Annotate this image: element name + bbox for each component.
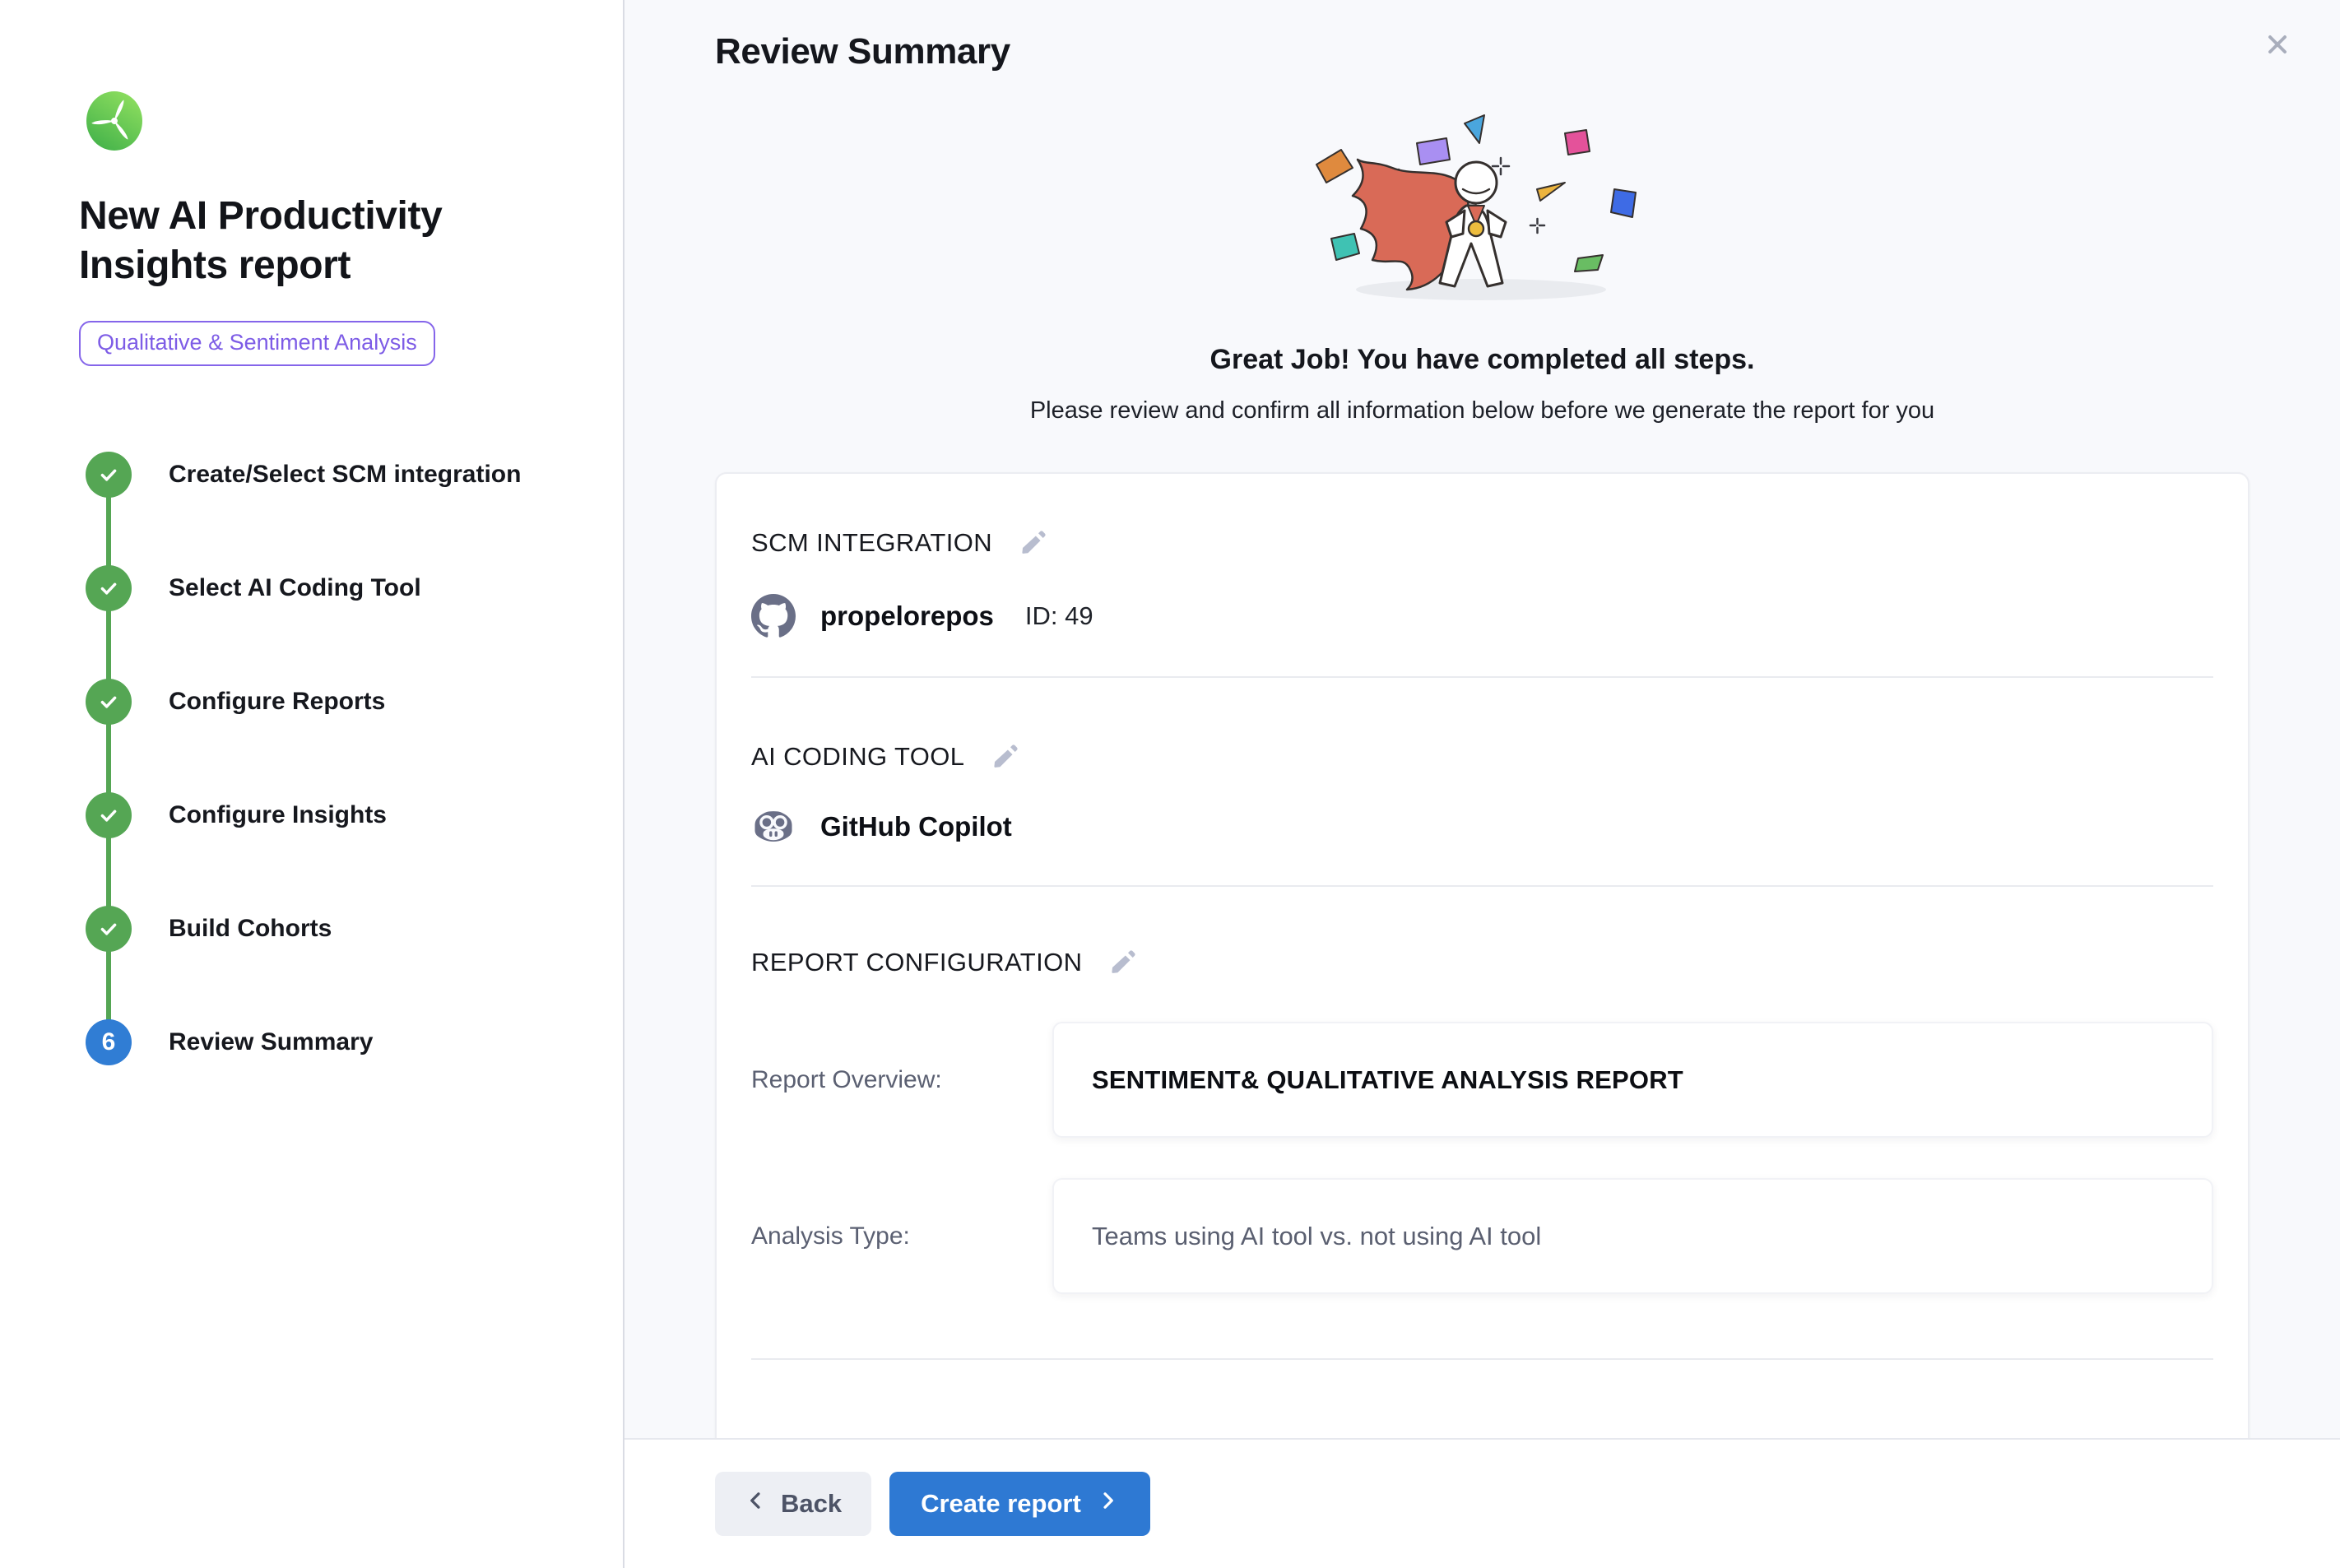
analysis-type-label: Analysis Type:	[751, 1222, 1052, 1250]
celebration-illustration	[1293, 114, 1672, 311]
analysis-type-row: Analysis Type: Teams using AI tool vs. n…	[751, 1178, 2213, 1294]
edit-scm-integration-button[interactable]	[1017, 527, 1050, 559]
wizard-footer: Back Create report	[624, 1438, 2340, 1568]
review-summary-content: Review Summary	[624, 0, 2340, 1438]
step-label: Configure Insights	[169, 801, 387, 829]
step-label: Select AI Coding Tool	[169, 574, 421, 602]
scm-integration-id: ID: 49	[1025, 601, 1093, 631]
report-configuration-section-header: REPORT CONFIGURATION	[751, 946, 2213, 979]
section-divider	[751, 885, 2213, 887]
chevron-right-icon	[1096, 1489, 1119, 1519]
back-button[interactable]: Back	[715, 1472, 871, 1536]
edit-ai-coding-tool-button[interactable]	[989, 740, 1022, 773]
step-number-badge: 6	[86, 1019, 132, 1065]
pencil-icon	[991, 762, 1020, 774]
completion-hero: Great Job! You have completed all steps.…	[715, 114, 2249, 424]
create-report-button-label: Create report	[921, 1489, 1081, 1519]
step-label: Review Summary	[169, 1028, 373, 1056]
step-item-create-select-scm-integration[interactable]: Create/Select SCM integration	[79, 418, 623, 531]
step-complete-check-icon	[86, 452, 132, 498]
scm-integration-item: propelorepos ID: 49	[751, 594, 2213, 638]
completion-heading: Great Job! You have completed all steps.	[715, 344, 2249, 376]
step-label: Configure Reports	[169, 688, 385, 716]
edit-report-configuration-button[interactable]	[1107, 946, 1140, 979]
report-overview-value: SENTIMENT& QUALITATIVE ANALYSIS REPORT	[1092, 1065, 1683, 1095]
section-divider	[751, 676, 2213, 678]
step-complete-check-icon	[86, 906, 132, 952]
back-button-label: Back	[781, 1489, 842, 1519]
chevron-left-icon	[745, 1489, 768, 1519]
page-title: Review Summary	[715, 31, 2249, 72]
step-item-configure-insights[interactable]: Configure Insights	[79, 758, 623, 872]
report-overview-value-box: SENTIMENT& QUALITATIVE ANALYSIS REPORT	[1052, 1022, 2213, 1138]
section-divider	[751, 1358, 2213, 1360]
scm-integration-name: propelorepos	[820, 601, 994, 632]
step-item-configure-reports[interactable]: Configure Reports	[79, 645, 623, 758]
step-complete-check-icon	[86, 792, 132, 838]
github-icon	[751, 594, 796, 638]
step-label: Create/Select SCM integration	[169, 461, 521, 489]
report-overview-label: Report Overview:	[751, 1066, 1052, 1094]
pencil-icon	[1019, 548, 1048, 560]
create-report-button[interactable]: Create report	[889, 1472, 1150, 1536]
wizard-sidebar: New AI Productivity Insights report Qual…	[0, 0, 624, 1568]
report-wizard-title: New AI Productivity Insights report	[79, 192, 540, 291]
step-item-review-summary[interactable]: 6 Review Summary	[79, 986, 623, 1099]
step-complete-check-icon	[86, 565, 132, 611]
pencil-icon	[1108, 967, 1138, 980]
review-instruction: Please review and confirm all informatio…	[715, 397, 2249, 424]
report-config-section-label: REPORT CONFIGURATION	[751, 948, 1082, 977]
copilot-icon	[751, 808, 796, 846]
close-button[interactable]	[2258, 25, 2297, 64]
analysis-type-value-box: Teams using AI tool vs. not using AI too…	[1052, 1178, 2213, 1294]
ai-coding-tool-section-header: AI CODING TOOL	[751, 740, 2213, 773]
step-item-build-cohorts[interactable]: Build Cohorts	[79, 872, 623, 986]
report-overview-row: Report Overview: SENTIMENT& QUALITATIVE …	[751, 1022, 2213, 1138]
ai-tool-section-label: AI CODING TOOL	[751, 742, 964, 772]
scm-integration-section-header: SCM INTEGRATION	[751, 527, 2213, 559]
ai-coding-tool-name: GitHub Copilot	[820, 811, 1012, 842]
step-item-select-ai-coding-tool[interactable]: Select AI Coding Tool	[79, 531, 623, 645]
analysis-type-value: Teams using AI tool vs. not using AI too…	[1092, 1222, 1541, 1251]
step-label: Build Cohorts	[169, 915, 332, 943]
summary-card: SCM INTEGRATION propelorepos ID: 49 AI C…	[715, 472, 2249, 1438]
review-summary-panel: Review Summary	[624, 0, 2340, 1568]
scm-section-label: SCM INTEGRATION	[751, 528, 992, 558]
report-type-badge: Qualitative & Sentiment Analysis	[79, 321, 435, 366]
close-icon	[2263, 49, 2292, 62]
step-complete-check-icon	[86, 679, 132, 725]
propelo-logo-icon	[84, 90, 623, 155]
step-number: 6	[102, 1028, 116, 1056]
wizard-stepper: Create/Select SCM integration Select AI …	[79, 418, 623, 1099]
ai-coding-tool-item: GitHub Copilot	[751, 808, 2213, 846]
